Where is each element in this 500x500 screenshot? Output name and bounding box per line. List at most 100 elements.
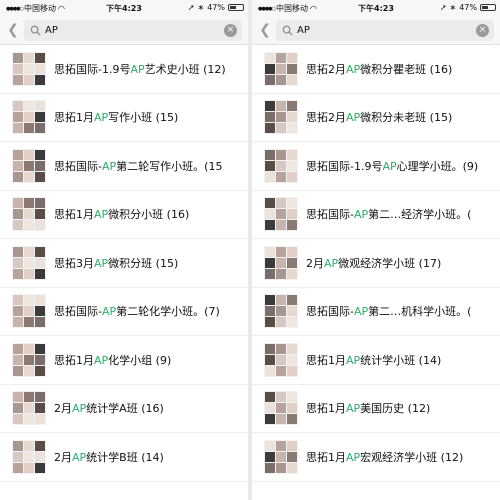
status-bar: ●●●●○ 中国移动 ◠ 下午4:23 ➚ ∗ 47% — [0, 0, 248, 16]
group-chat-row[interactable]: 思拓2月AP微积分瞿老班 (16) — [252, 45, 500, 94]
group-name-prefix: 思拓1月 — [306, 450, 346, 464]
group-name: 思拓1月AP统计学小班 (14) — [306, 352, 500, 368]
group-name: 思拓1月AP美国历史 (12) — [306, 400, 500, 416]
clear-button[interactable]: × — [224, 24, 237, 37]
chevron-left-icon: ❮ — [259, 22, 271, 38]
group-chat-row[interactable]: 思拓3月AP微积分班 (15) — [0, 239, 248, 288]
group-chat-row[interactable]: 思拓国际-AP第二…经济学小班。( — [252, 191, 500, 239]
search-match-highlight: AP — [353, 305, 369, 319]
search-field[interactable]: × — [24, 20, 242, 41]
group-chat-row[interactable]: 思拓1月AP统计学小班 (14) — [252, 336, 500, 385]
group-chat-row[interactable]: 思拓1月AP微积分小班 (16) — [0, 191, 248, 239]
group-chat-row[interactable]: 思拓国际-1.9号AP艺术史小班 (12) — [0, 45, 248, 94]
search-input[interactable] — [297, 25, 447, 36]
search-input[interactable] — [45, 25, 195, 36]
group-chat-row[interactable]: 思拓1月AP美国历史 (12) — [252, 385, 500, 433]
group-chat-row[interactable]: 思拓1月AP宏观经济学小班 (12) — [252, 433, 500, 482]
right-phone-screen: ●●●●○ 中国移动 ◠ 下午4:23 ➚ ∗ 47% ❮ × 思拓2月AP微积… — [252, 0, 500, 500]
group-chat-row[interactable]: 思拓1月AP写作小班 (15) — [0, 94, 248, 142]
group-name: 2月AP统计学B班 (14) — [54, 449, 248, 465]
group-name-prefix: 思拓2月 — [306, 62, 346, 76]
group-name-suffix: 第二…机科学小班。( — [368, 305, 472, 319]
clear-icon: × — [226, 25, 235, 35]
group-name: 思拓国际-AP第二轮写作小班。(15 — [54, 158, 248, 174]
bluetooth-icon: ∗ — [449, 3, 457, 12]
group-name-prefix: 思拓国际- — [306, 208, 354, 222]
group-avatar — [12, 439, 46, 474]
clear-button[interactable]: × — [476, 24, 489, 37]
group-name-suffix: 统计学A班 (16) — [86, 402, 164, 416]
battery-icon — [228, 4, 244, 11]
group-name: 思拓国际-AP第二…机科学小班。( — [306, 303, 500, 319]
group-avatar — [264, 100, 298, 135]
group-name-prefix: 2月 — [54, 402, 72, 416]
clear-icon: × — [478, 25, 487, 35]
group-avatar — [264, 245, 298, 280]
battery-percent: 47% — [459, 3, 477, 12]
group-avatar — [264, 197, 298, 232]
group-avatar — [12, 391, 46, 426]
search-match-highlight: AP — [94, 111, 109, 125]
search-match-highlight: AP — [382, 159, 397, 173]
group-name-suffix: 微积分未老班 (15) — [360, 111, 453, 125]
group-name-suffix: 写作小班 (15) — [108, 111, 179, 125]
status-right-icons: ➚ ∗ 47% — [188, 3, 244, 12]
group-name: 2月AP统计学A班 (16) — [54, 400, 248, 416]
group-avatar — [12, 294, 46, 329]
group-name: 思拓国际-1.9号AP心理学小班。(9) — [306, 158, 500, 174]
search-match-highlight: AP — [324, 256, 339, 270]
group-name-prefix: 思拓1月 — [54, 353, 94, 367]
group-name: 思拓国际-1.9号AP艺术史小班 (12) — [54, 61, 248, 77]
search-match-highlight: AP — [130, 62, 145, 76]
group-name: 思拓2月AP微积分未老班 (15) — [306, 109, 500, 125]
group-name-suffix: 统计学小班 (14) — [360, 353, 442, 367]
group-chat-row[interactable]: 思拓2月AP微积分未老班 (15) — [252, 94, 500, 142]
search-match-highlight: AP — [346, 402, 361, 416]
group-chat-row[interactable]: 思拓国际-1.9号AP心理学小班。(9) — [252, 142, 500, 191]
group-avatar — [12, 51, 46, 86]
group-avatar — [12, 148, 46, 183]
battery-icon — [480, 4, 496, 11]
search-match-highlight: AP — [101, 305, 117, 319]
group-name-suffix: 微积分班 (15) — [108, 256, 179, 270]
group-chat-row[interactable]: 2月AP统计学B班 (14) — [0, 433, 248, 482]
group-name-prefix: 2月 — [54, 450, 72, 464]
group-name-suffix: 化学小组 (9) — [108, 353, 172, 367]
group-name: 思拓国际-AP第二…经济学小班。( — [306, 206, 500, 222]
magnifier-icon — [282, 25, 293, 36]
group-name: 2月AP微观经济学小班 (17) — [306, 255, 500, 271]
group-chat-row[interactable]: 思拓国际-AP第二…机科学小班。( — [252, 288, 500, 336]
group-avatar — [264, 148, 298, 183]
search-match-highlight: AP — [346, 450, 361, 464]
group-chat-row-partial[interactable] — [252, 482, 500, 500]
group-list: 思拓2月AP微积分瞿老班 (16) 思拓2月AP微积分未老班 (15) 思拓国际-1… — [252, 45, 500, 500]
status-right-icons: ➚ ∗ 47% — [440, 3, 496, 12]
group-name-prefix: 思拓2月 — [306, 111, 346, 125]
group-avatar — [264, 51, 298, 86]
group-avatar — [264, 391, 298, 426]
group-name-prefix: 思拓国际-1.9号 — [54, 62, 131, 76]
group-chat-row[interactable]: 思拓国际-AP第二轮写作小班。(15 — [0, 142, 248, 191]
group-name: 思拓3月AP微积分班 (15) — [54, 255, 248, 271]
search-field[interactable]: × — [276, 20, 494, 41]
back-button[interactable]: ❮ — [256, 20, 274, 40]
group-chat-row[interactable]: 思拓国际-AP第二轮化学小班。(7) — [0, 288, 248, 336]
group-name-prefix: 思拓1月 — [306, 353, 346, 367]
back-button[interactable]: ❮ — [4, 20, 22, 40]
bluetooth-icon: ∗ — [197, 3, 205, 12]
group-name-suffix: 第二轮化学小班。(7) — [116, 305, 220, 319]
search-match-highlight: AP — [94, 353, 109, 367]
group-name-prefix: 思拓1月 — [54, 111, 94, 125]
group-name-prefix: 思拓3月 — [54, 256, 94, 270]
left-phone-screen: ●●●●○ 中国移动 ◠ 下午4:23 ➚ ∗ 47% ❮ × 思拓国际-1.9… — [0, 0, 248, 500]
search-bar: ❮ × — [252, 16, 500, 45]
group-avatar — [264, 439, 298, 474]
group-chat-row[interactable]: 思拓1月AP化学小组 (9) — [0, 336, 248, 385]
group-chat-row[interactable]: 2月AP微观经济学小班 (17) — [252, 239, 500, 288]
group-name-suffix: 第二…经济学小班。( — [368, 208, 472, 222]
group-name: 思拓国际-AP第二轮化学小班。(7) — [54, 303, 248, 319]
group-name-prefix: 思拓1月 — [54, 208, 94, 222]
search-match-highlight: AP — [346, 353, 361, 367]
group-chat-row[interactable]: 2月AP统计学A班 (16) — [0, 385, 248, 433]
group-chat-row-partial[interactable] — [0, 482, 248, 500]
